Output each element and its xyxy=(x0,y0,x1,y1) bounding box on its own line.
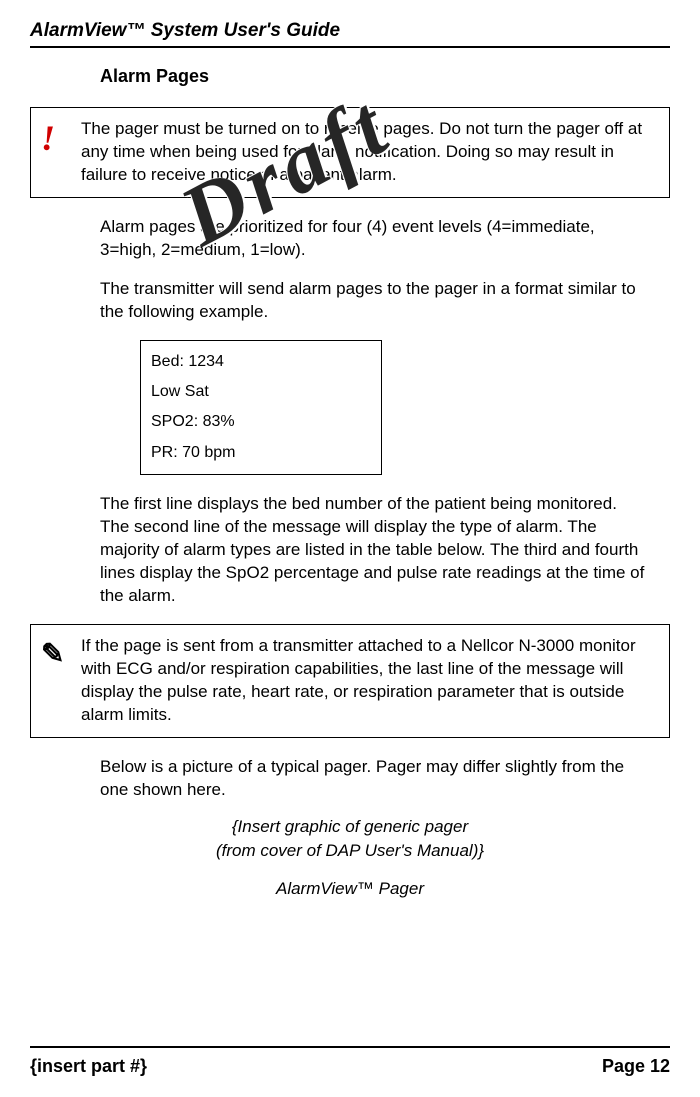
pager-line-4: PR: 70 bpm xyxy=(151,438,371,468)
footer-rule xyxy=(30,1046,670,1048)
header-title: AlarmView™ System User's Guide xyxy=(30,20,670,42)
paragraph-priorities: Alarm pages are prioritized for four (4)… xyxy=(100,216,650,262)
pager-line-2: Low Sat xyxy=(151,377,371,407)
footer-right: Page 12 xyxy=(602,1056,670,1077)
note-icon: ✎ xyxy=(41,635,64,673)
header-rule xyxy=(30,46,670,48)
paragraph-below-picture: Below is a picture of a typical pager. P… xyxy=(100,756,650,802)
note-callout: ✎ If the page is sent from a transmitter… xyxy=(30,624,670,738)
section-title: Alarm Pages xyxy=(100,66,670,87)
warning-text: The pager must be turned on to receive p… xyxy=(81,119,642,184)
paragraph-transmitter: The transmitter will send alarm pages to… xyxy=(100,278,650,324)
note-text: If the page is sent from a transmitter a… xyxy=(81,636,636,724)
pager-line-3: SPO2: 83% xyxy=(151,407,371,437)
footer-left: {insert part #} xyxy=(30,1056,147,1077)
paragraph-explanation: The first line displays the bed number o… xyxy=(100,493,650,608)
warning-icon: ! xyxy=(41,114,55,163)
pager-line-1: Bed: 1234 xyxy=(151,347,371,377)
insert-graphic-line2: (from cover of DAP User's Manual)} xyxy=(30,841,670,861)
pager-example-box: Bed: 1234 Low Sat SPO2: 83% PR: 70 bpm xyxy=(140,340,382,476)
pager-caption: AlarmView™ Pager xyxy=(30,879,670,899)
footer: {insert part #} Page 12 xyxy=(30,1038,670,1077)
insert-graphic-line1: {Insert graphic of generic pager xyxy=(30,817,670,837)
warning-callout: ! The pager must be turned on to receive… xyxy=(30,107,670,198)
